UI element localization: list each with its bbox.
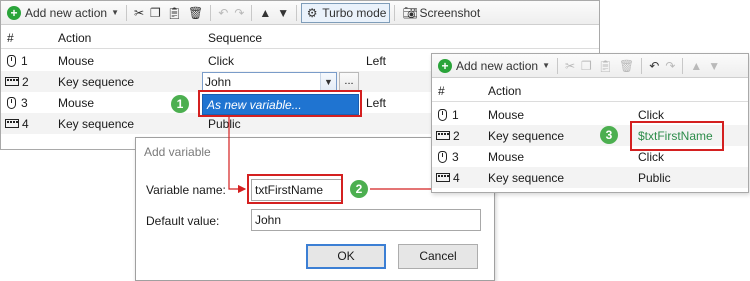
chevron-down-icon: ▼: [542, 61, 550, 70]
paste-icon[interactable]: 📋︎: [164, 3, 185, 23]
row-sequence: Click: [638, 149, 664, 164]
delete-icon[interactable]: 🗑︎: [616, 56, 637, 76]
column-header-number[interactable]: #: [7, 27, 14, 48]
row-number: 1: [452, 107, 459, 122]
row-sequence: Public: [208, 116, 241, 131]
cut-icon[interactable]: ✂: [562, 56, 578, 76]
keyboard-icon: [5, 119, 19, 128]
row-number: 3: [21, 95, 28, 110]
row-action: Key sequence: [58, 74, 135, 89]
row-number: 2: [453, 128, 460, 143]
keyboard-icon: [436, 173, 450, 182]
row-extra: Left: [366, 53, 387, 68]
column-header-number[interactable]: #: [438, 80, 445, 101]
undo-icon[interactable]: ↶: [646, 56, 662, 76]
dialog-title: Add variable: [144, 145, 211, 159]
toolbar-divider: [682, 57, 684, 74]
redo-icon[interactable]: ↷: [231, 3, 247, 23]
variable-name-label: Variable name:: [146, 183, 226, 197]
table-row[interactable]: 2 Key sequence $txtFirstName: [432, 125, 748, 146]
mouse-icon: [7, 96, 16, 109]
row-sequence: Public: [638, 170, 671, 185]
screenshot-button[interactable]: 📷︎ Screenshot: [399, 3, 483, 23]
add-new-action-button[interactable]: + Add new action ▼: [435, 56, 553, 76]
table-row[interactable]: 3 Mouse Click: [432, 146, 748, 167]
plus-icon: +: [438, 58, 452, 73]
row-number: 4: [453, 170, 460, 185]
keyboard-icon: [5, 77, 19, 86]
sequence-combobox-value[interactable]: John: [203, 75, 320, 89]
column-header-sequence[interactable]: Sequence: [208, 27, 262, 48]
mouse-icon: [438, 150, 447, 163]
browse-button[interactable]: ...: [339, 72, 359, 92]
cut-icon[interactable]: ✂: [131, 3, 147, 23]
camera-icon: 📷︎: [402, 5, 418, 20]
row-sequence-variable: $txtFirstName: [638, 128, 713, 143]
row-number: 1: [21, 53, 28, 68]
move-up-icon[interactable]: ▲: [256, 3, 274, 23]
copy-icon[interactable]: ❐: [147, 3, 164, 23]
toolbar-divider: [125, 4, 127, 21]
column-header-action[interactable]: Action: [58, 27, 91, 48]
toolbar-divider: [210, 4, 212, 21]
row-action: Key sequence: [58, 116, 135, 131]
cancel-button[interactable]: Cancel: [398, 244, 478, 269]
move-down-icon[interactable]: ▼: [705, 56, 723, 76]
mouse-icon: [7, 54, 16, 67]
toolbar-divider: [296, 4, 298, 21]
row-number: 3: [452, 149, 459, 164]
left-toolbar: + Add new action ▼ ✂ ❐ 📋︎ 🗑︎ ↶ ↷ ▲ ▼ ⚙ T…: [1, 1, 599, 25]
callout-2: 2: [350, 180, 368, 198]
mouse-icon: [438, 108, 447, 121]
row-extra: Left: [366, 95, 387, 110]
paste-icon[interactable]: 📋︎: [595, 56, 616, 76]
right-macro-window: + Add new action ▼ ✂ ❐ 📋︎ 🗑︎ ↶ ↷ ▲ ▼ # A…: [431, 53, 749, 193]
row-action: Key sequence: [488, 128, 565, 143]
plus-icon: +: [7, 5, 21, 20]
callout-1: 1: [171, 95, 189, 113]
table-row[interactable]: 4 Key sequence Public: [432, 167, 748, 188]
sequence-combobox[interactable]: John ▼: [202, 72, 337, 92]
default-value-label: Default value:: [146, 214, 220, 228]
delete-icon[interactable]: 🗑︎: [185, 3, 206, 23]
row-action: Mouse: [58, 53, 95, 68]
row-sequence: Click: [638, 107, 664, 122]
add-new-action-button[interactable]: + Add new action ▼: [4, 3, 122, 23]
row-action: Key sequence: [488, 170, 565, 185]
move-down-icon[interactable]: ▼: [274, 3, 292, 23]
keyboard-icon: [436, 131, 450, 140]
add-new-action-label: Add new action: [25, 5, 108, 20]
default-value-input[interactable]: John: [251, 209, 481, 231]
callout-3: 3: [600, 126, 618, 144]
screenshot-label: Screenshot: [419, 5, 481, 20]
right-toolbar: + Add new action ▼ ✂ ❐ 📋︎ 🗑︎ ↶ ↷ ▲ ▼: [432, 54, 748, 78]
row-number: 2: [22, 74, 29, 89]
chevron-down-icon[interactable]: ▼: [320, 73, 336, 91]
turbo-mode-button[interactable]: ⚙ Turbo mode: [301, 2, 391, 23]
toolbar-divider: [556, 57, 558, 74]
row-sequence: Click: [208, 53, 234, 68]
move-up-icon[interactable]: ▲: [687, 56, 705, 76]
redo-icon[interactable]: ↷: [662, 56, 678, 76]
toolbar-divider: [394, 4, 396, 21]
toolbar-divider: [251, 4, 253, 21]
table-header: # Action Sequence: [1, 27, 599, 49]
column-header-action[interactable]: Action: [488, 80, 521, 101]
undo-icon[interactable]: ↶: [215, 3, 231, 23]
row-action: Mouse: [488, 149, 525, 164]
table-header: # Action: [432, 80, 748, 102]
toolbar-divider: [641, 57, 643, 74]
turbo-icon: ⚙: [306, 5, 318, 20]
chevron-down-icon: ▼: [111, 8, 119, 17]
copy-icon[interactable]: ❐: [578, 56, 595, 76]
as-new-variable-option[interactable]: As new variable...: [202, 94, 359, 115]
turbo-mode-label: Turbo mode: [322, 5, 387, 20]
variable-name-input[interactable]: txtFirstName: [251, 179, 343, 201]
row-action: Mouse: [58, 95, 95, 110]
add-new-action-label: Add new action: [456, 58, 539, 73]
ok-button[interactable]: OK: [306, 244, 386, 269]
table-row[interactable]: 1 Mouse Click: [432, 104, 748, 125]
row-number: 4: [22, 116, 29, 131]
row-action: Mouse: [488, 107, 525, 122]
